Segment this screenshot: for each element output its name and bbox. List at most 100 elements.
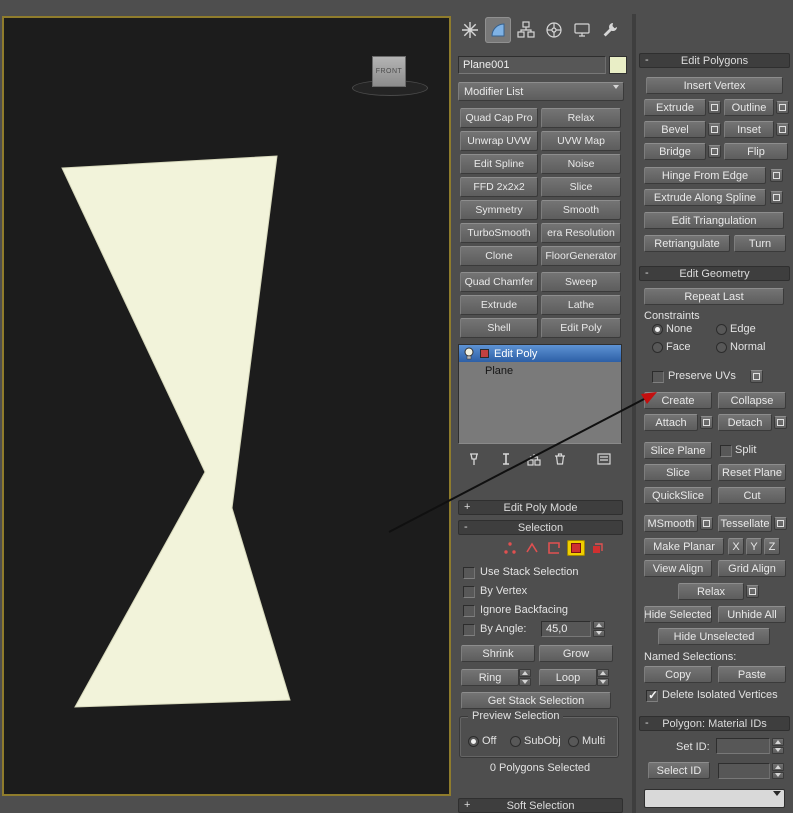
bridge-settings-button[interactable] [708,145,721,158]
unhide-all-button[interactable]: Unhide All [718,606,786,623]
viewport[interactable]: FRONT [2,16,451,796]
element-icon[interactable] [589,540,607,556]
modifier-button[interactable]: Slice [541,177,621,197]
by-angle-checkbox[interactable] [463,624,475,636]
make-planar-button[interactable]: Make Planar [644,538,724,555]
ring-spinner[interactable] [519,669,531,686]
modify-tab[interactable] [485,17,511,43]
constraint-edge-radio[interactable] [716,324,727,335]
msmooth-button[interactable]: MSmooth [644,515,698,532]
by-angle-field[interactable]: 45,0 [541,621,591,637]
quickslice-button[interactable]: QuickSlice [644,487,712,504]
show-end-result-icon[interactable] [495,450,517,468]
select-id-field[interactable] [718,763,770,779]
bevel-button[interactable]: Bevel [644,121,706,138]
rollout-soft-selection[interactable]: + Soft Selection [458,798,623,813]
stack-item-edit-poly[interactable]: Edit Poly [459,345,621,362]
hierarchy-tab[interactable] [513,17,539,43]
extrude-along-spline-button[interactable]: Extrude Along Spline [644,189,766,206]
modifier-button[interactable]: Noise [541,154,621,174]
modifier-button[interactable]: Edit Spline [460,154,538,174]
panel-scrollbar[interactable] [632,14,636,813]
grow-button[interactable]: Grow [539,645,613,662]
modifier-button[interactable]: FFD 2x2x2 [460,177,538,197]
extrude-along-spline-settings-button[interactable] [770,191,783,204]
configure-modifier-sets-icon[interactable] [593,450,615,468]
rollout-polygon-material-ids[interactable]: - Polygon: Material IDs [639,716,790,731]
named-selection-dropdown[interactable] [644,789,785,813]
preview-subobj-radio[interactable] [510,736,521,747]
extrude-settings-button[interactable] [708,101,721,114]
paste-button[interactable]: Paste [718,666,786,683]
slice-plane-button[interactable]: Slice Plane [644,442,712,459]
modifier-button[interactable]: Unwrap UVW [460,131,538,151]
make-planar-x-button[interactable]: X [728,538,744,555]
detach-settings-button[interactable] [774,416,787,429]
rollout-selection[interactable]: - Selection [458,520,623,535]
set-id-spinner[interactable] [772,738,784,754]
display-tab[interactable] [569,17,595,43]
preserve-uvs-settings-button[interactable] [750,370,763,383]
loop-button[interactable]: Loop [539,669,597,686]
edit-triangulation-button[interactable]: Edit Triangulation [644,212,784,229]
view-cube[interactable]: FRONT [372,56,406,87]
relax-button[interactable]: Relax [678,583,744,600]
select-id-button[interactable]: Select ID [648,762,710,779]
modifier-button[interactable]: FloorGenerator [541,246,621,266]
modifier-button[interactable]: Smooth [541,200,621,220]
make-planar-z-button[interactable]: Z [764,538,780,555]
modifier-button[interactable]: Shell [460,318,538,338]
create-button[interactable]: Create [644,392,712,409]
vertex-icon[interactable] [501,540,519,556]
split-checkbox[interactable] [720,445,732,457]
modifier-button[interactable]: Lathe [541,295,621,315]
view-align-button[interactable]: View Align [644,560,712,577]
utilities-tab[interactable] [597,17,623,43]
by-angle-spinner[interactable] [593,621,605,637]
polygon-icon[interactable] [567,540,585,556]
select-id-spinner[interactable] [772,763,784,779]
pin-stack-icon[interactable] [463,450,485,468]
shrink-button[interactable]: Shrink [461,645,535,662]
edge-icon[interactable] [523,540,541,556]
modifier-button[interactable]: Extrude [460,295,538,315]
flip-button[interactable]: Flip [724,143,788,160]
by-vertex-checkbox[interactable] [463,586,475,598]
motion-tab[interactable] [541,17,567,43]
plane-object[interactable] [4,18,449,794]
rollout-edit-geometry[interactable]: - Edit Geometry [639,266,790,281]
outline-settings-button[interactable] [776,101,789,114]
tessellate-button[interactable]: Tessellate [718,515,772,532]
ring-button[interactable]: Ring [461,669,519,686]
object-name-field[interactable]: Plane001 [458,56,606,74]
make-unique-icon[interactable] [523,450,545,468]
modifier-button[interactable]: Relax [541,108,621,128]
msmooth-settings-button[interactable] [700,517,713,530]
bevel-settings-button[interactable] [708,123,721,136]
modifier-button[interactable]: Quad Cap Pro [460,108,538,128]
create-tab[interactable] [457,17,483,43]
rollout-edit-poly-mode[interactable]: + Edit Poly Mode [458,500,623,515]
loop-spinner[interactable] [597,669,609,686]
attach-button[interactable]: Attach [644,414,698,431]
retriangulate-button[interactable]: Retriangulate [644,235,730,252]
border-icon[interactable] [545,540,563,556]
hide-selected-button[interactable]: Hide Selected [644,606,712,623]
grid-align-button[interactable]: Grid Align [718,560,786,577]
modifier-button[interactable]: Edit Poly [541,318,621,338]
outline-button[interactable]: Outline [724,99,774,116]
reset-plane-button[interactable]: Reset Plane [718,464,786,481]
relax-settings-button[interactable] [746,585,759,598]
tessellate-settings-button[interactable] [774,517,787,530]
constraint-none-radio[interactable] [652,324,663,335]
modifier-list-dropdown[interactable]: Modifier List [458,82,624,101]
preview-off-radio[interactable] [468,736,479,747]
stack-item-plane[interactable]: Plane [459,362,621,379]
visibility-bulb-icon[interactable] [463,347,475,361]
rollout-edit-polygons[interactable]: - Edit Polygons [639,53,790,68]
constraint-normal-radio[interactable] [716,342,727,353]
attach-settings-button[interactable] [700,416,713,429]
use-stack-selection-checkbox[interactable] [463,567,475,579]
bridge-button[interactable]: Bridge [644,143,706,160]
remove-modifier-icon[interactable] [549,450,571,468]
